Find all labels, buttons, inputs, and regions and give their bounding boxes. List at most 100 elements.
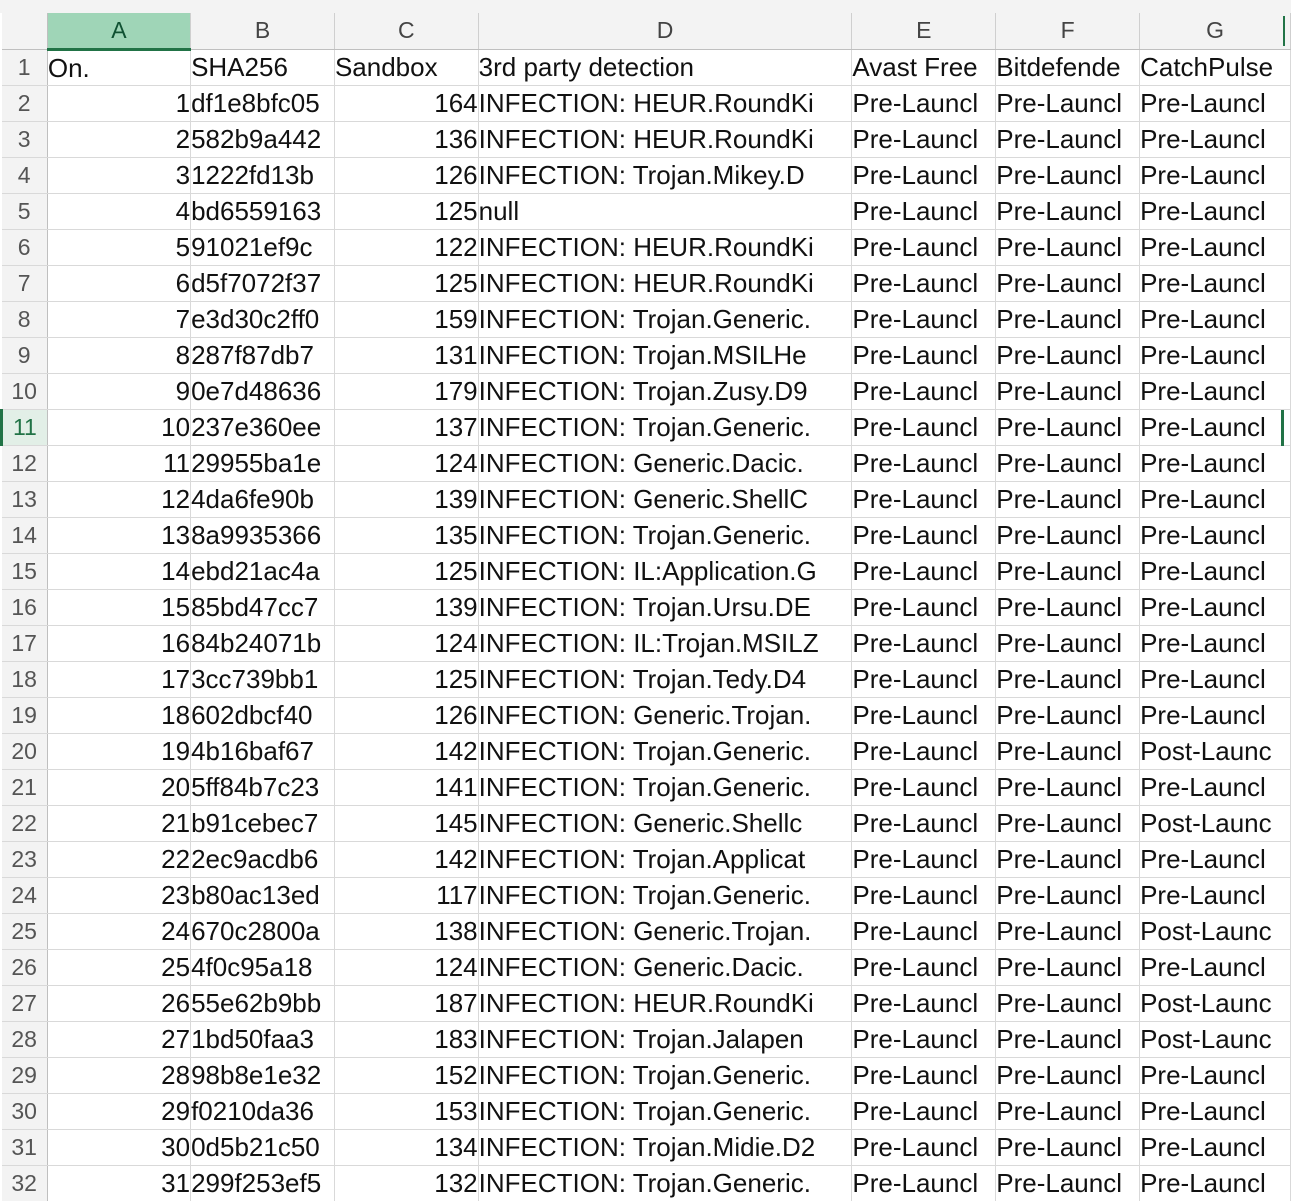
cell-g[interactable]: Pre-Launcl [1139, 157, 1291, 194]
cell-f[interactable]: Pre-Launcl [995, 589, 1141, 626]
cell-e[interactable]: Pre-Launcl [851, 265, 997, 302]
cell-c[interactable]: 125 [334, 553, 479, 590]
cell-d[interactable]: INFECTION: HEUR.RoundKi [478, 265, 853, 302]
column-header-a[interactable]: A [47, 13, 192, 51]
cell-b[interactable]: 2ec9acdb6 [190, 841, 335, 878]
cell-d[interactable]: INFECTION: Trojan.Generic. [478, 517, 853, 554]
cell-c[interactable]: 126 [334, 157, 479, 194]
cell-f[interactable]: Pre-Launcl [995, 373, 1141, 410]
row-header[interactable]: 27 [1, 985, 48, 1022]
cell-a[interactable]: 21 [47, 805, 192, 842]
row-header[interactable]: 2 [1, 85, 48, 122]
cell-b[interactable]: b91cebec7 [190, 805, 335, 842]
cell-e[interactable]: Pre-Launcl [851, 445, 997, 482]
row-header[interactable]: 32 [1, 1165, 48, 1201]
cell-e[interactable]: Pre-Launcl [851, 1165, 997, 1201]
row-header[interactable]: 5 [1, 193, 48, 230]
cell-a[interactable]: 17 [47, 661, 192, 698]
cell-b[interactable]: 4b16baf67 [190, 733, 335, 770]
column-header-c[interactable]: C [334, 13, 479, 50]
column-header-g[interactable]: G [1139, 13, 1291, 50]
cell-e[interactable]: Pre-Launcl [851, 1093, 997, 1130]
cell-f[interactable]: Pre-Launcl [995, 1021, 1141, 1058]
cell-b[interactable]: 0e7d48636 [190, 373, 335, 410]
cell-f[interactable]: Pre-Launcl [995, 841, 1141, 878]
cell-c[interactable]: 132 [334, 1165, 479, 1201]
row-header[interactable]: 15 [1, 553, 48, 590]
row-header[interactable]: 6 [1, 229, 48, 266]
cell-c[interactable]: 138 [334, 913, 479, 950]
cell-e[interactable]: Pre-Launcl [851, 769, 997, 806]
cell-e[interactable]: Pre-Launcl [851, 1057, 997, 1094]
cell-d[interactable]: INFECTION: Generic.ShellC [478, 481, 853, 518]
cell-g[interactable]: Pre-Launcl [1139, 517, 1291, 554]
cell-f[interactable]: Pre-Launcl [995, 877, 1141, 914]
row-header[interactable]: 29 [1, 1057, 48, 1094]
cell-f[interactable]: Pre-Launcl [995, 697, 1141, 734]
cell-f[interactable]: Pre-Launcl [995, 337, 1141, 374]
cell-d[interactable]: INFECTION: Trojan.Midie.D2 [478, 1129, 853, 1166]
cell-d[interactable]: INFECTION: HEUR.RoundKi [478, 85, 853, 122]
row-header[interactable]: 22 [1, 805, 48, 842]
row-header[interactable]: 25 [1, 913, 48, 950]
cell-c[interactable]: 124 [334, 949, 479, 986]
cell-c[interactable]: 124 [334, 445, 479, 482]
cell-b[interactable]: 1222fd13b [190, 157, 335, 194]
cell-a[interactable]: 22 [47, 841, 192, 878]
cell-a[interactable]: 15 [47, 589, 192, 626]
cell-a[interactable]: 5 [47, 229, 192, 266]
cell-c[interactable]: 183 [334, 1021, 479, 1058]
cell-c[interactable]: 117 [334, 877, 479, 914]
cell-a[interactable]: 19 [47, 733, 192, 770]
row-header[interactable]: 7 [1, 265, 48, 302]
cell-e[interactable]: Pre-Launcl [851, 625, 997, 662]
cell-b[interactable]: 287f87db7 [190, 337, 335, 374]
row-header[interactable]: 30 [1, 1093, 48, 1130]
cell-f[interactable]: Pre-Launcl [995, 265, 1141, 302]
cell-a[interactable]: 2 [47, 121, 192, 158]
cell-a[interactable]: 1 [47, 85, 192, 122]
row-header[interactable]: 10 [1, 373, 48, 410]
cell-g[interactable]: Pre-Launcl [1139, 697, 1291, 734]
cell-g[interactable]: Pre-Launcl [1139, 445, 1291, 482]
cell-e[interactable]: Pre-Launcl [851, 409, 997, 446]
cell-c[interactable]: 139 [334, 589, 479, 626]
column-header-b[interactable]: B [190, 13, 335, 50]
column-header-d[interactable]: D [478, 13, 853, 50]
cell-f[interactable]: Pre-Launcl [995, 1165, 1141, 1201]
cell-c[interactable]: 159 [334, 301, 479, 338]
row-header[interactable]: 16 [1, 589, 48, 626]
cell-d[interactable]: INFECTION: IL:Trojan.MSILZ [478, 625, 853, 662]
cell-d[interactable]: INFECTION: Trojan.Generic. [478, 1057, 853, 1094]
cell-e[interactable]: Pre-Launcl [851, 1021, 997, 1058]
cell-e[interactable]: Pre-Launcl [851, 85, 997, 122]
cell-g[interactable]: Pre-Launcl [1139, 1165, 1291, 1201]
cell-f[interactable]: Pre-Launcl [995, 553, 1141, 590]
cell-g[interactable]: Pre-Launcl [1139, 481, 1291, 518]
cell-g[interactable]: Post-Launc [1139, 985, 1291, 1022]
cell-g[interactable]: Pre-Launcl [1139, 589, 1291, 626]
cell-g[interactable]: Post-Launc [1139, 1021, 1291, 1058]
cell-d[interactable]: INFECTION: Generic.Trojan. [478, 913, 853, 950]
cell-g[interactable]: Pre-Launcl [1139, 841, 1291, 878]
cell-b[interactable]: 0d5b21c50 [190, 1129, 335, 1166]
cell-c[interactable]: 153 [334, 1093, 479, 1130]
cell-a[interactable]: 28 [47, 1057, 192, 1094]
cell-g[interactable]: Post-Launc [1139, 913, 1291, 950]
cell-b[interactable]: 237e360ee [190, 409, 335, 446]
cell-d[interactable]: INFECTION: HEUR.RoundKi [478, 229, 853, 266]
cell-d[interactable]: INFECTION: Generic.Dacic. [478, 949, 853, 986]
cell-c[interactable]: 125 [334, 661, 479, 698]
cell-f[interactable]: Pre-Launcl [995, 949, 1141, 986]
cell-c[interactable]: 124 [334, 625, 479, 662]
row-header[interactable]: 21 [1, 769, 48, 806]
cell-c[interactable]: 141 [334, 769, 479, 806]
cell-b[interactable]: 29955ba1e [190, 445, 335, 482]
cell-e[interactable]: Pre-Launcl [851, 841, 997, 878]
cell-g[interactable]: Post-Launc [1139, 733, 1291, 770]
cell-g[interactable]: Pre-Launcl [1139, 769, 1291, 806]
cell-g[interactable]: Pre-Launcl [1139, 949, 1291, 986]
row-header[interactable]: 23 [1, 841, 48, 878]
cell-f[interactable]: Pre-Launcl [995, 985, 1141, 1022]
cell-f[interactable]: Pre-Launcl [995, 193, 1141, 230]
